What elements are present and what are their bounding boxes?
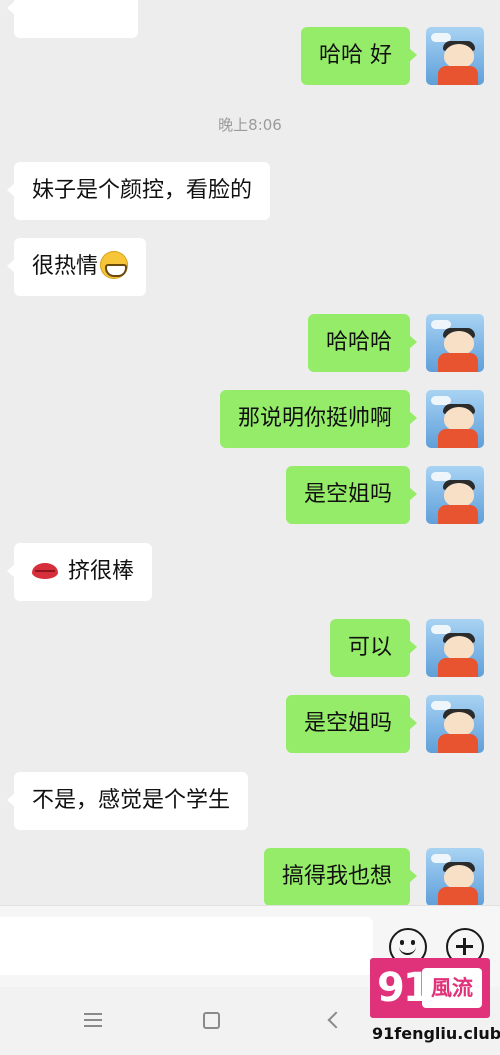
user-avatar[interactable]	[426, 695, 484, 753]
watermark-tag: 風流	[422, 968, 482, 1008]
back-icon[interactable]	[327, 1011, 345, 1029]
message-bubble-outgoing[interactable]: 是空姐吗	[285, 695, 418, 753]
message-text: 哈哈 好	[319, 43, 392, 68]
message-text: 是空姐吗	[303, 482, 392, 507]
home-square-icon[interactable]	[203, 1012, 220, 1029]
message-text: 哈哈哈	[325, 330, 392, 355]
message-input[interactable]	[0, 917, 373, 975]
kiss-lips-icon	[32, 563, 58, 579]
menu-icon[interactable]	[84, 1013, 102, 1027]
message-bubble-outgoing[interactable]: 那说明你挺帅啊	[219, 390, 418, 448]
message-bubble-outgoing[interactable]: 哈哈哈	[307, 314, 418, 372]
message-text: 很热情	[32, 254, 99, 279]
message-bubble-outgoing[interactable]: 是空姐吗	[285, 466, 418, 524]
message-text: 妹子是个颜控，看脸的	[32, 178, 253, 203]
message-text: 搞得我也想	[281, 864, 392, 889]
message-bubble-outgoing[interactable]: 可以	[329, 619, 418, 677]
message-text: 挤很棒	[68, 559, 135, 584]
user-avatar[interactable]	[426, 27, 484, 85]
message-bubble-incoming[interactable]: 不是，感觉是个学生	[6, 772, 249, 830]
time-divider: 晚上8:06	[218, 116, 282, 134]
message-bubble-incoming[interactable]: 妹子是个颜控，看脸的	[6, 162, 271, 220]
user-avatar[interactable]	[426, 848, 484, 905]
message-text: 是空姐吗	[303, 711, 392, 736]
watermark-number: 91	[377, 965, 431, 1011]
message-bubble-outgoing[interactable]: 搞得我也想	[263, 848, 418, 905]
message-bubble-incoming[interactable]: 挤很棒	[6, 543, 153, 601]
watermark-url: 91fengliu.club	[372, 1024, 500, 1043]
user-avatar[interactable]	[426, 619, 484, 677]
chat-area[interactable]: 哈哈 好 晚上8:06 妹子是个颜控，看脸的 很热情 哈哈哈 那说明你挺帅啊 是…	[0, 0, 500, 905]
message-bubble-incoming-partial[interactable]	[7, 0, 138, 38]
user-avatar[interactable]	[426, 390, 484, 448]
user-avatar[interactable]	[426, 314, 484, 372]
message-text: 那说明你挺帅啊	[237, 406, 392, 431]
message-bubble-outgoing[interactable]: 哈哈 好	[301, 27, 417, 85]
message-bubble-incoming[interactable]: 很热情	[6, 238, 147, 296]
watermark-logo: 91 風流	[370, 958, 490, 1018]
message-text: 不是，感觉是个学生	[32, 788, 231, 813]
grinning-face-icon	[100, 251, 129, 279]
user-avatar[interactable]	[426, 466, 484, 524]
message-text: 可以	[347, 635, 392, 660]
